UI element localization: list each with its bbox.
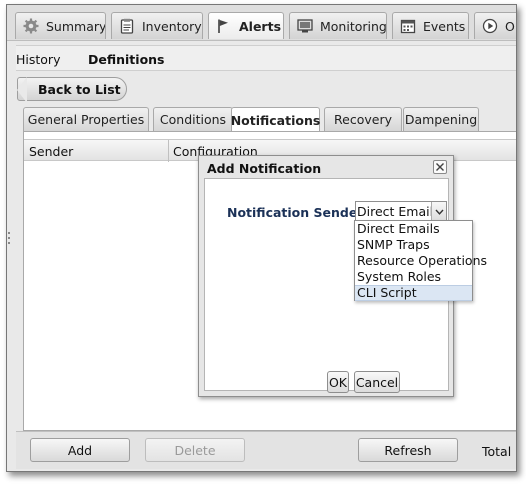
tab-operations[interactable]: Op xyxy=(474,12,516,39)
sender-dropdown-list: Direct Emails SNMP Traps Resource Operat… xyxy=(354,220,487,301)
notification-sender-select[interactable]: Direct Emails xyxy=(355,201,447,222)
tab-label: Inventory xyxy=(142,18,202,34)
tab-conditions[interactable]: Conditions xyxy=(153,107,233,131)
tab-alerts[interactable]: Alerts xyxy=(208,12,284,39)
refresh-button[interactable]: Refresh xyxy=(358,438,458,462)
chevron-down-icon[interactable] xyxy=(431,202,446,221)
tab-general-properties[interactable]: General Properties xyxy=(23,107,149,131)
dropdown-option-highlighted[interactable]: CLI Script xyxy=(355,285,472,301)
add-button[interactable]: Add xyxy=(30,438,130,462)
tab-events[interactable]: Events xyxy=(392,12,469,39)
selected-sender-value: Direct Emails xyxy=(357,204,440,219)
delete-button[interactable]: Delete xyxy=(145,438,245,462)
tab-inventory[interactable]: Inventory xyxy=(111,12,203,39)
tab-notifications[interactable]: Notifications xyxy=(231,107,320,132)
gear-icon xyxy=(23,18,39,34)
tab-label: Alerts xyxy=(239,18,282,34)
tab-monitoring[interactable]: Monitoring xyxy=(289,12,387,39)
flag-icon xyxy=(216,18,232,34)
tab-dampening[interactable]: Dampening xyxy=(403,107,479,131)
close-icon[interactable] xyxy=(433,160,447,174)
tab-recovery[interactable]: Recovery xyxy=(324,107,402,131)
back-to-list-button[interactable]: Back to List xyxy=(17,77,127,103)
dialog-title: Add Notification xyxy=(207,161,322,176)
history-link[interactable]: History xyxy=(16,52,60,67)
cancel-button[interactable]: Cancel xyxy=(354,371,400,393)
tab-label: Summary xyxy=(46,18,106,34)
column-header-sender[interactable]: Sender xyxy=(29,144,73,159)
total-rows-label: Total R xyxy=(482,444,516,459)
clipboard-icon xyxy=(119,18,135,34)
tab-label: Events xyxy=(423,18,466,34)
tab-label: Op xyxy=(505,18,516,34)
dropdown-option[interactable]: Resource Operations xyxy=(355,253,487,269)
tab-label: Monitoring xyxy=(320,18,387,34)
play-icon xyxy=(482,18,498,34)
ok-button[interactable]: OK xyxy=(327,371,349,393)
top-tab-bar: Summary Inventory Alerts Monitoring Even… xyxy=(7,5,516,41)
calendar-icon xyxy=(400,18,416,34)
definitions-link[interactable]: Definitions xyxy=(88,52,165,67)
notification-sender-label: Notification Sender : xyxy=(227,205,373,220)
resize-grip[interactable] xyxy=(8,230,11,250)
dropdown-option[interactable]: SNMP Traps xyxy=(355,237,472,253)
column-divider xyxy=(168,140,169,162)
bottom-toolbar: Add Delete Refresh Total R xyxy=(16,431,516,469)
dropdown-option[interactable]: System Roles xyxy=(355,269,472,285)
sub-navigation: History Definitions xyxy=(16,45,516,71)
tab-summary[interactable]: Summary xyxy=(15,12,106,39)
monitor-icon xyxy=(297,18,313,34)
dropdown-option[interactable]: Direct Emails xyxy=(355,221,472,237)
